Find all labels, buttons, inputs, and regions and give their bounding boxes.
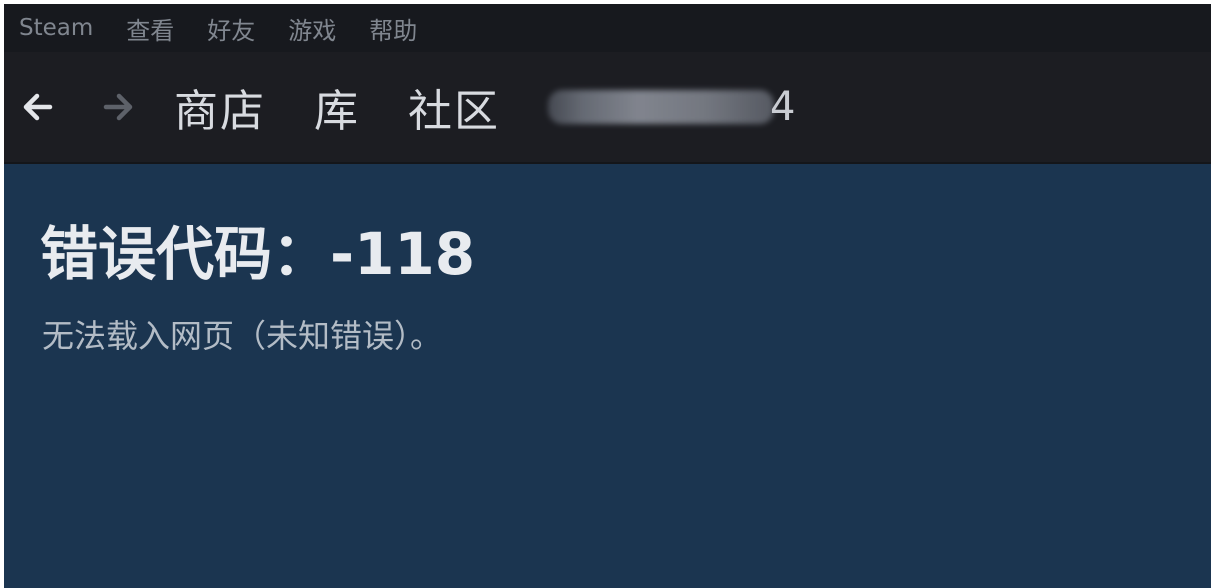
error-content: 错误代码：-118 无法载入网页（未知错误）。 bbox=[40, 214, 475, 358]
menu-item-games[interactable]: 游戏 bbox=[288, 11, 336, 46]
menu-item-friends[interactable]: 好友 bbox=[207, 11, 255, 46]
username-redaction bbox=[548, 90, 774, 124]
arrow-left-icon bbox=[23, 93, 53, 121]
forward-button[interactable] bbox=[98, 87, 138, 127]
nav-bar: 商店 库 社区 4 bbox=[4, 52, 1211, 162]
menu-bar: Steam 查看 好友 游戏 帮助 bbox=[4, 4, 1211, 52]
arrow-right-icon bbox=[103, 93, 133, 121]
nav-library[interactable]: 库 bbox=[314, 75, 360, 139]
steam-window: Steam 查看 好友 游戏 帮助 商店 库 社区 4 错误代码：-118 无法… bbox=[4, 4, 1211, 588]
menu-item-help[interactable]: 帮助 bbox=[369, 11, 417, 46]
menu-item-view[interactable]: 查看 bbox=[126, 11, 174, 46]
error-title: 错误代码：-118 bbox=[40, 220, 476, 288]
error-message: 无法载入网页（未知错误）。 bbox=[42, 317, 443, 355]
username-tail: 4 bbox=[770, 84, 796, 130]
nav-store[interactable]: 商店 bbox=[174, 75, 266, 139]
menu-item-steam[interactable]: Steam bbox=[19, 15, 93, 41]
nav-community[interactable]: 社区 bbox=[408, 75, 500, 139]
back-button[interactable] bbox=[18, 87, 58, 127]
nav-username[interactable]: 4 bbox=[548, 82, 795, 132]
